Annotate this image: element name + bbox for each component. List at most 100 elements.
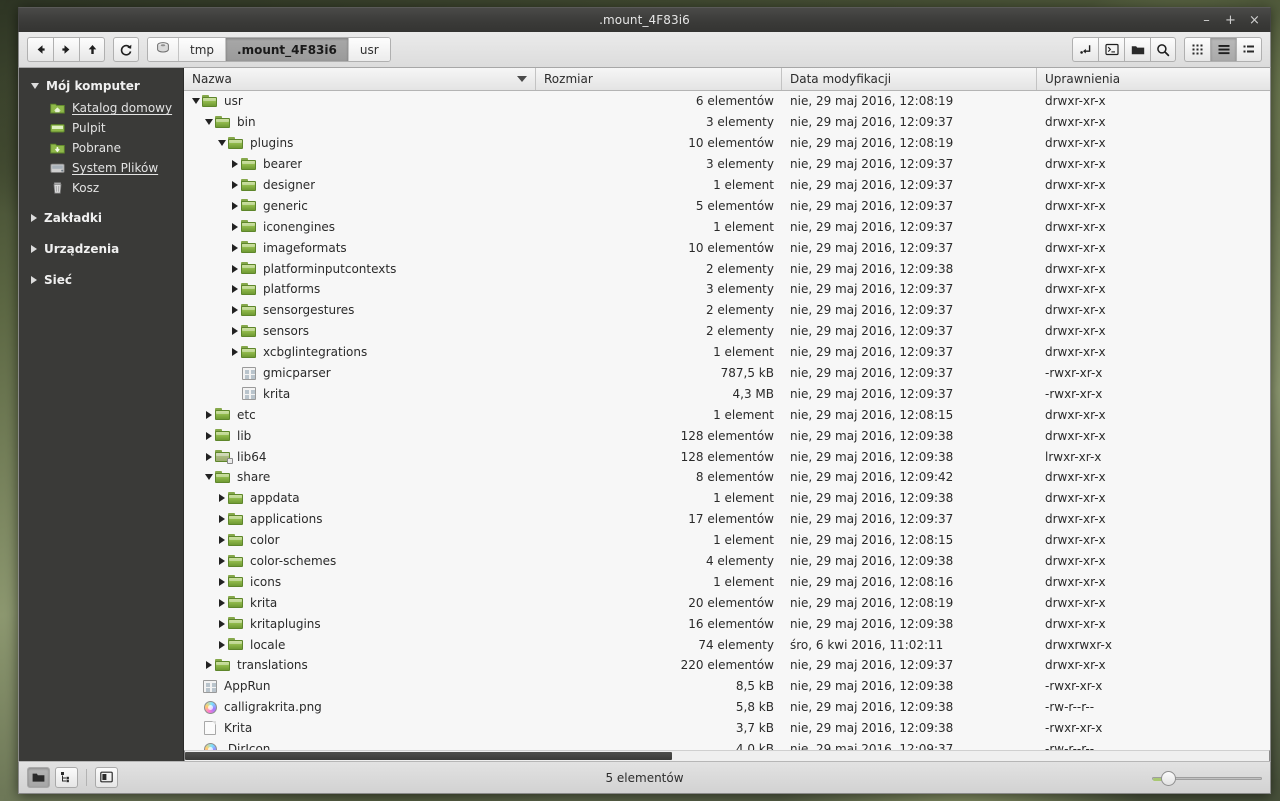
column-header-permissions[interactable]: Uprawnienia: [1037, 68, 1270, 90]
tree-expander[interactable]: [215, 515, 228, 524]
scrollbar-thumb[interactable]: [185, 752, 672, 760]
table-row[interactable]: sensorgestures 2 elementy nie, 29 maj 2016…: [184, 300, 1270, 321]
sidebar-item-home[interactable]: Katalog domowy: [19, 98, 183, 118]
tree-expander[interactable]: [202, 661, 215, 670]
close-button[interactable]: ×: [1248, 14, 1261, 27]
minimize-button[interactable]: –: [1200, 14, 1213, 27]
table-row[interactable]: calligrakrita.png 5,8 kB nie, 29 maj 2016,…: [184, 697, 1270, 718]
table-row[interactable]: platforms 3 elementy nie, 29 maj 2016, 12:…: [184, 279, 1270, 300]
table-row[interactable]: sensors 2 elementy nie, 29 maj 2016, 12:09…: [184, 321, 1270, 342]
show-folders-button[interactable]: [27, 767, 50, 788]
detail-view-button[interactable]: [1210, 37, 1236, 62]
zoom-slider[interactable]: [1152, 770, 1262, 786]
sidebar-item-desktop[interactable]: Pulpit: [19, 118, 183, 138]
table-row[interactable]: kritaplugins 16 elementów nie, 29 maj 2016…: [184, 613, 1270, 634]
table-row[interactable]: locale 74 elementy śro, 6 kwi 2016, 11:02:…: [184, 634, 1270, 655]
table-row[interactable]: krita 20 elementów nie, 29 maj 2016, 12:08…: [184, 592, 1270, 613]
table-row[interactable]: color 1 element nie, 29 maj 2016, 12:08:15…: [184, 530, 1270, 551]
table-row[interactable]: lib 128 elementów nie, 29 maj 2016, 12:09:…: [184, 425, 1270, 446]
table-row[interactable]: translations 220 elementów nie, 29 maj 201…: [184, 655, 1270, 676]
tree-expander[interactable]: [228, 222, 241, 231]
sidebar-group-bookmarks[interactable]: Zakładki: [19, 207, 183, 229]
table-row[interactable]: .DirIcon 4,0 kB nie, 29 maj 2016, 12:09:37…: [184, 739, 1270, 750]
table-row[interactable]: share 8 elementów nie, 29 maj 2016, 12:09:…: [184, 467, 1270, 488]
reload-button[interactable]: [113, 37, 139, 62]
back-button[interactable]: [27, 37, 53, 62]
breadcrumb-item-mount[interactable]: .mount_4F83i6: [226, 38, 349, 61]
tree-expander[interactable]: [215, 140, 228, 147]
table-row[interactable]: iconengines 1 element nie, 29 maj 2016, 12…: [184, 216, 1270, 237]
table-row[interactable]: icons 1 element nie, 29 maj 2016, 12:08:16…: [184, 571, 1270, 592]
icon-view-button[interactable]: [1184, 37, 1210, 62]
tree-expander[interactable]: [215, 640, 228, 649]
tree-expander[interactable]: [215, 557, 228, 566]
table-row[interactable]: AppRun 8,5 kB nie, 29 maj 2016, 12:09:38 -r…: [184, 676, 1270, 697]
tree-expander[interactable]: [228, 201, 241, 210]
table-row[interactable]: lib64 128 elementów nie, 29 maj 2016, 12:0…: [184, 446, 1270, 467]
breadcrumb-item-tmp[interactable]: tmp: [179, 38, 227, 61]
tree-expander[interactable]: [228, 160, 241, 169]
sidebar-group-devices[interactable]: Urządzenia: [19, 238, 183, 260]
open-terminal-here-button[interactable]: [1072, 37, 1098, 62]
breadcrumb-drive[interactable]: [148, 38, 179, 61]
tree-expander[interactable]: [202, 452, 215, 461]
tree-expander[interactable]: [215, 494, 228, 503]
table-row[interactable]: imageformats 10 elementów nie, 29 maj 2016…: [184, 237, 1270, 258]
cell-name: plugins: [184, 136, 536, 151]
tree-expander[interactable]: [228, 181, 241, 189]
tree-expander[interactable]: [228, 285, 241, 294]
tree-expander[interactable]: [228, 264, 241, 273]
table-row[interactable]: plugins 10 elementów nie, 29 maj 2016, 12:…: [184, 133, 1270, 154]
table-row[interactable]: platforminputcontexts 2 elementy nie, 29 m…: [184, 258, 1270, 279]
table-row[interactable]: generic 5 elementów nie, 29 maj 2016, 12:0…: [184, 195, 1270, 216]
new-folder-button[interactable]: [1124, 37, 1150, 62]
tree-expander[interactable]: [228, 306, 241, 315]
table-row[interactable]: etc 1 element nie, 29 maj 2016, 12:08:15 dr…: [184, 404, 1270, 425]
table-row[interactable]: color-schemes 4 elementy nie, 29 maj 2016,…: [184, 551, 1270, 572]
file-list[interactable]: usr 6 elementów nie, 29 maj 2016, 12:08:19…: [184, 91, 1270, 750]
tree-view-button[interactable]: [55, 767, 78, 788]
breadcrumb-item-usr[interactable]: usr: [348, 38, 390, 61]
sidebar-item-downloads[interactable]: Pobrane: [19, 138, 183, 158]
tree-expander[interactable]: [202, 474, 215, 481]
tree-expander[interactable]: [202, 119, 215, 126]
sidebar-group-network[interactable]: Sieć: [19, 269, 183, 291]
table-row[interactable]: bin 3 elementy nie, 29 maj 2016, 12:09:37 d…: [184, 112, 1270, 133]
table-row[interactable]: xcbglintegrations 1 element nie, 29 maj 20…: [184, 342, 1270, 363]
sidebar-group-my-computer[interactable]: Mój komputer: [19, 75, 183, 97]
table-row[interactable]: usr 6 elementów nie, 29 maj 2016, 12:08:19…: [184, 91, 1270, 112]
tree-expander[interactable]: [202, 431, 215, 440]
tree-expander[interactable]: [215, 536, 228, 545]
tree-expander[interactable]: [189, 98, 202, 105]
tree-expander[interactable]: [215, 598, 228, 607]
column-header-date[interactable]: Data modyfikacji: [782, 68, 1037, 90]
table-row[interactable]: appdata 1 element nie, 29 maj 2016, 12:09:…: [184, 488, 1270, 509]
up-button[interactable]: [79, 37, 105, 62]
sidebar-item-trash[interactable]: Kosz: [19, 178, 183, 198]
tree-expander[interactable]: [215, 577, 228, 586]
tree-expander[interactable]: [228, 348, 241, 357]
sidebar-item-filesystem[interactable]: System Plików: [19, 158, 183, 178]
table-row[interactable]: krita 4,3 MB nie, 29 maj 2016, 12:09:37 -rw…: [184, 383, 1270, 404]
table-row[interactable]: applications 17 elementów nie, 29 maj 2016…: [184, 509, 1270, 530]
table-row[interactable]: gmicparser 787,5 kB nie, 29 maj 2016, 12:0…: [184, 363, 1270, 384]
tree-expander[interactable]: [228, 327, 241, 336]
compact-view-button[interactable]: [1236, 37, 1262, 62]
navigation-button-group: [27, 37, 105, 62]
zoom-slider-knob[interactable]: [1161, 770, 1176, 786]
toggle-sidebar-button[interactable]: [95, 767, 118, 788]
column-header-size[interactable]: Rozmiar: [536, 68, 782, 90]
tree-expander[interactable]: [228, 243, 241, 252]
table-row[interactable]: bearer 3 elementy nie, 29 maj 2016, 12:09:…: [184, 154, 1270, 175]
maximize-button[interactable]: +: [1224, 14, 1237, 27]
title-bar[interactable]: .mount_4F83i6 – + ×: [18, 7, 1271, 32]
search-button[interactable]: [1150, 37, 1176, 62]
tree-expander[interactable]: [215, 619, 228, 628]
column-header-name[interactable]: Nazwa: [184, 68, 536, 90]
forward-button[interactable]: [53, 37, 79, 62]
terminal-button[interactable]: [1098, 37, 1124, 62]
horizontal-scrollbar[interactable]: [184, 750, 1270, 761]
table-row[interactable]: designer 1 element nie, 29 maj 2016, 12:09…: [184, 175, 1270, 196]
tree-expander[interactable]: [202, 410, 215, 419]
table-row[interactable]: Krita 3,7 kB nie, 29 maj 2016, 12:09:38 -rw…: [184, 718, 1270, 739]
